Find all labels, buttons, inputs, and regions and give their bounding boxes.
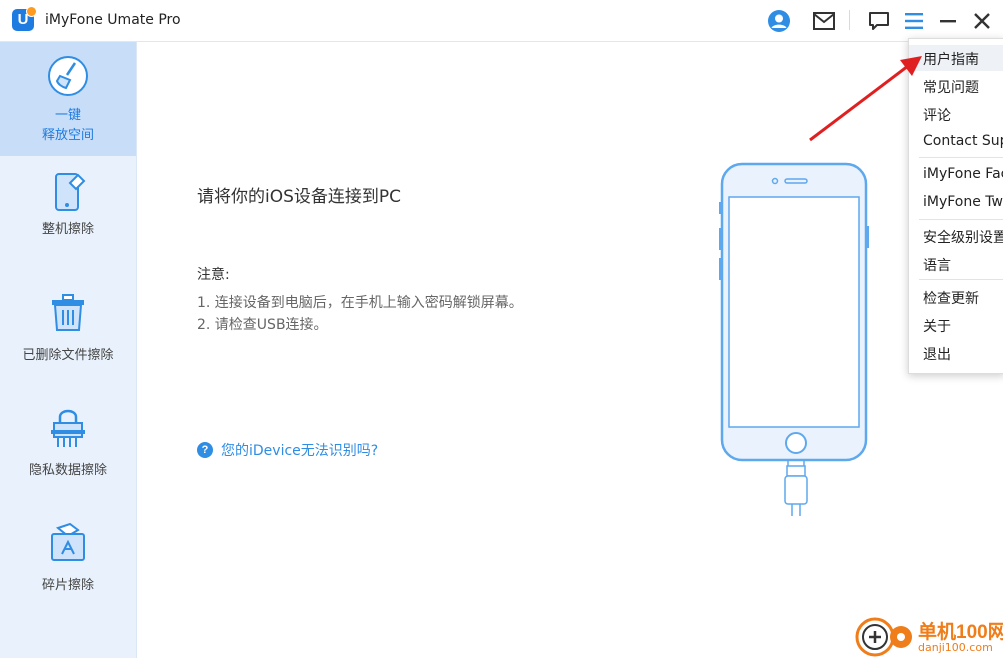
- trash-icon: [48, 290, 88, 334]
- app-title: iMyFone Umate Pro: [45, 12, 181, 28]
- titlebar-divider: [849, 10, 850, 30]
- sidebar-item-label: 隐私数据擦除: [28, 463, 107, 478]
- note-line: 1. 连接设备到电脑后，在手机上输入密码解锁屏幕。: [197, 295, 523, 311]
- broom-icon: [48, 54, 88, 98]
- close-icon[interactable]: [969, 8, 995, 34]
- connect-device-title: 请将你的iOS设备连接到PC: [197, 187, 402, 207]
- watermark: 单机100网 danji100.com: [855, 615, 1003, 658]
- feedback-icon[interactable]: [866, 8, 892, 34]
- menu-divider: [919, 157, 1003, 158]
- help-link-text: 您的iDevice无法识别吗?: [221, 443, 379, 459]
- app-logo: U: [12, 6, 37, 31]
- menu-divider: [919, 219, 1003, 220]
- account-icon[interactable]: [766, 8, 792, 34]
- fragment-icon: [48, 520, 88, 564]
- menu-item-label: Contact Support: [923, 133, 1003, 149]
- sidebar-item-fragment-erase[interactable]: 碎片擦除: [0, 512, 136, 626]
- phone-erase-icon: [48, 170, 88, 214]
- menu-item-exit[interactable]: 退出: [909, 340, 1003, 366]
- sidebar-item-full-erase[interactable]: 整机擦除: [0, 156, 136, 270]
- menu-item-label: 常见问题: [923, 80, 979, 96]
- menu-item-twitter[interactable]: iMyFone Twitter: [909, 190, 1003, 216]
- menu-item-label: 安全级别设置: [923, 230, 1003, 246]
- menu-item-label: iMyFone Facebook: [923, 166, 1003, 182]
- minimize-icon[interactable]: [935, 8, 961, 34]
- lock-shred-icon: [48, 405, 88, 449]
- menu-item-security-level[interactable]: 安全级别设置: [909, 223, 1003, 249]
- menu-item-label: 语言: [923, 258, 951, 274]
- menu-icon[interactable]: [901, 8, 927, 34]
- sidebar-item-label-line1: 一键: [54, 108, 81, 123]
- sidebar-item-private-data-erase[interactable]: 隐私数据擦除: [0, 397, 136, 511]
- sidebar-item-label-line2: 释放空间: [41, 128, 94, 143]
- watermark-title: 单机100网: [918, 622, 1003, 643]
- watermark-logo-icon: [855, 617, 912, 657]
- mail-icon[interactable]: [811, 8, 837, 34]
- menu-item-label: iMyFone Twitter: [923, 194, 1003, 210]
- menu-item-check-update[interactable]: 检查更新: [909, 284, 1003, 310]
- sidebar-item-deleted-files-erase[interactable]: 已删除文件擦除: [0, 282, 136, 396]
- menu-divider: [919, 279, 1003, 280]
- menu-item-label: 用户指南: [923, 52, 979, 68]
- logo-badge: [26, 6, 37, 17]
- menu-item-about[interactable]: 关于: [909, 312, 1003, 338]
- menu-item-label: 关于: [923, 319, 951, 335]
- menu-item-label: 退出: [923, 347, 951, 363]
- device-not-recognized-link[interactable]: ? 您的iDevice无法识别吗?: [197, 440, 378, 460]
- question-icon: ?: [197, 442, 213, 458]
- sidebar: 一键 释放空间 整机擦除 已删除文件擦除 隐私数据擦除 碎片擦除: [0, 42, 137, 658]
- menu-item-facebook[interactable]: iMyFone Facebook: [909, 162, 1003, 188]
- sidebar-item-label: 整机擦除: [41, 222, 94, 237]
- title-bar: U iMyFone Umate Pro: [0, 0, 1003, 42]
- watermark-url: danji100.com: [918, 641, 993, 654]
- sidebar-item-label: 已删除文件擦除: [22, 348, 114, 363]
- note-line: 2. 请检查USB连接。: [197, 317, 328, 333]
- iphone-illustration: [719, 162, 869, 516]
- sidebar-item-label: 碎片擦除: [41, 578, 94, 593]
- annotation-arrow-icon: [809, 56, 922, 142]
- menu-item-label: 检查更新: [923, 291, 979, 307]
- sidebar-item-free-up-space[interactable]: 一键 释放空间: [0, 42, 136, 156]
- note-title: 注意:: [197, 267, 230, 283]
- menu-item-language[interactable]: 语言: [909, 251, 1003, 277]
